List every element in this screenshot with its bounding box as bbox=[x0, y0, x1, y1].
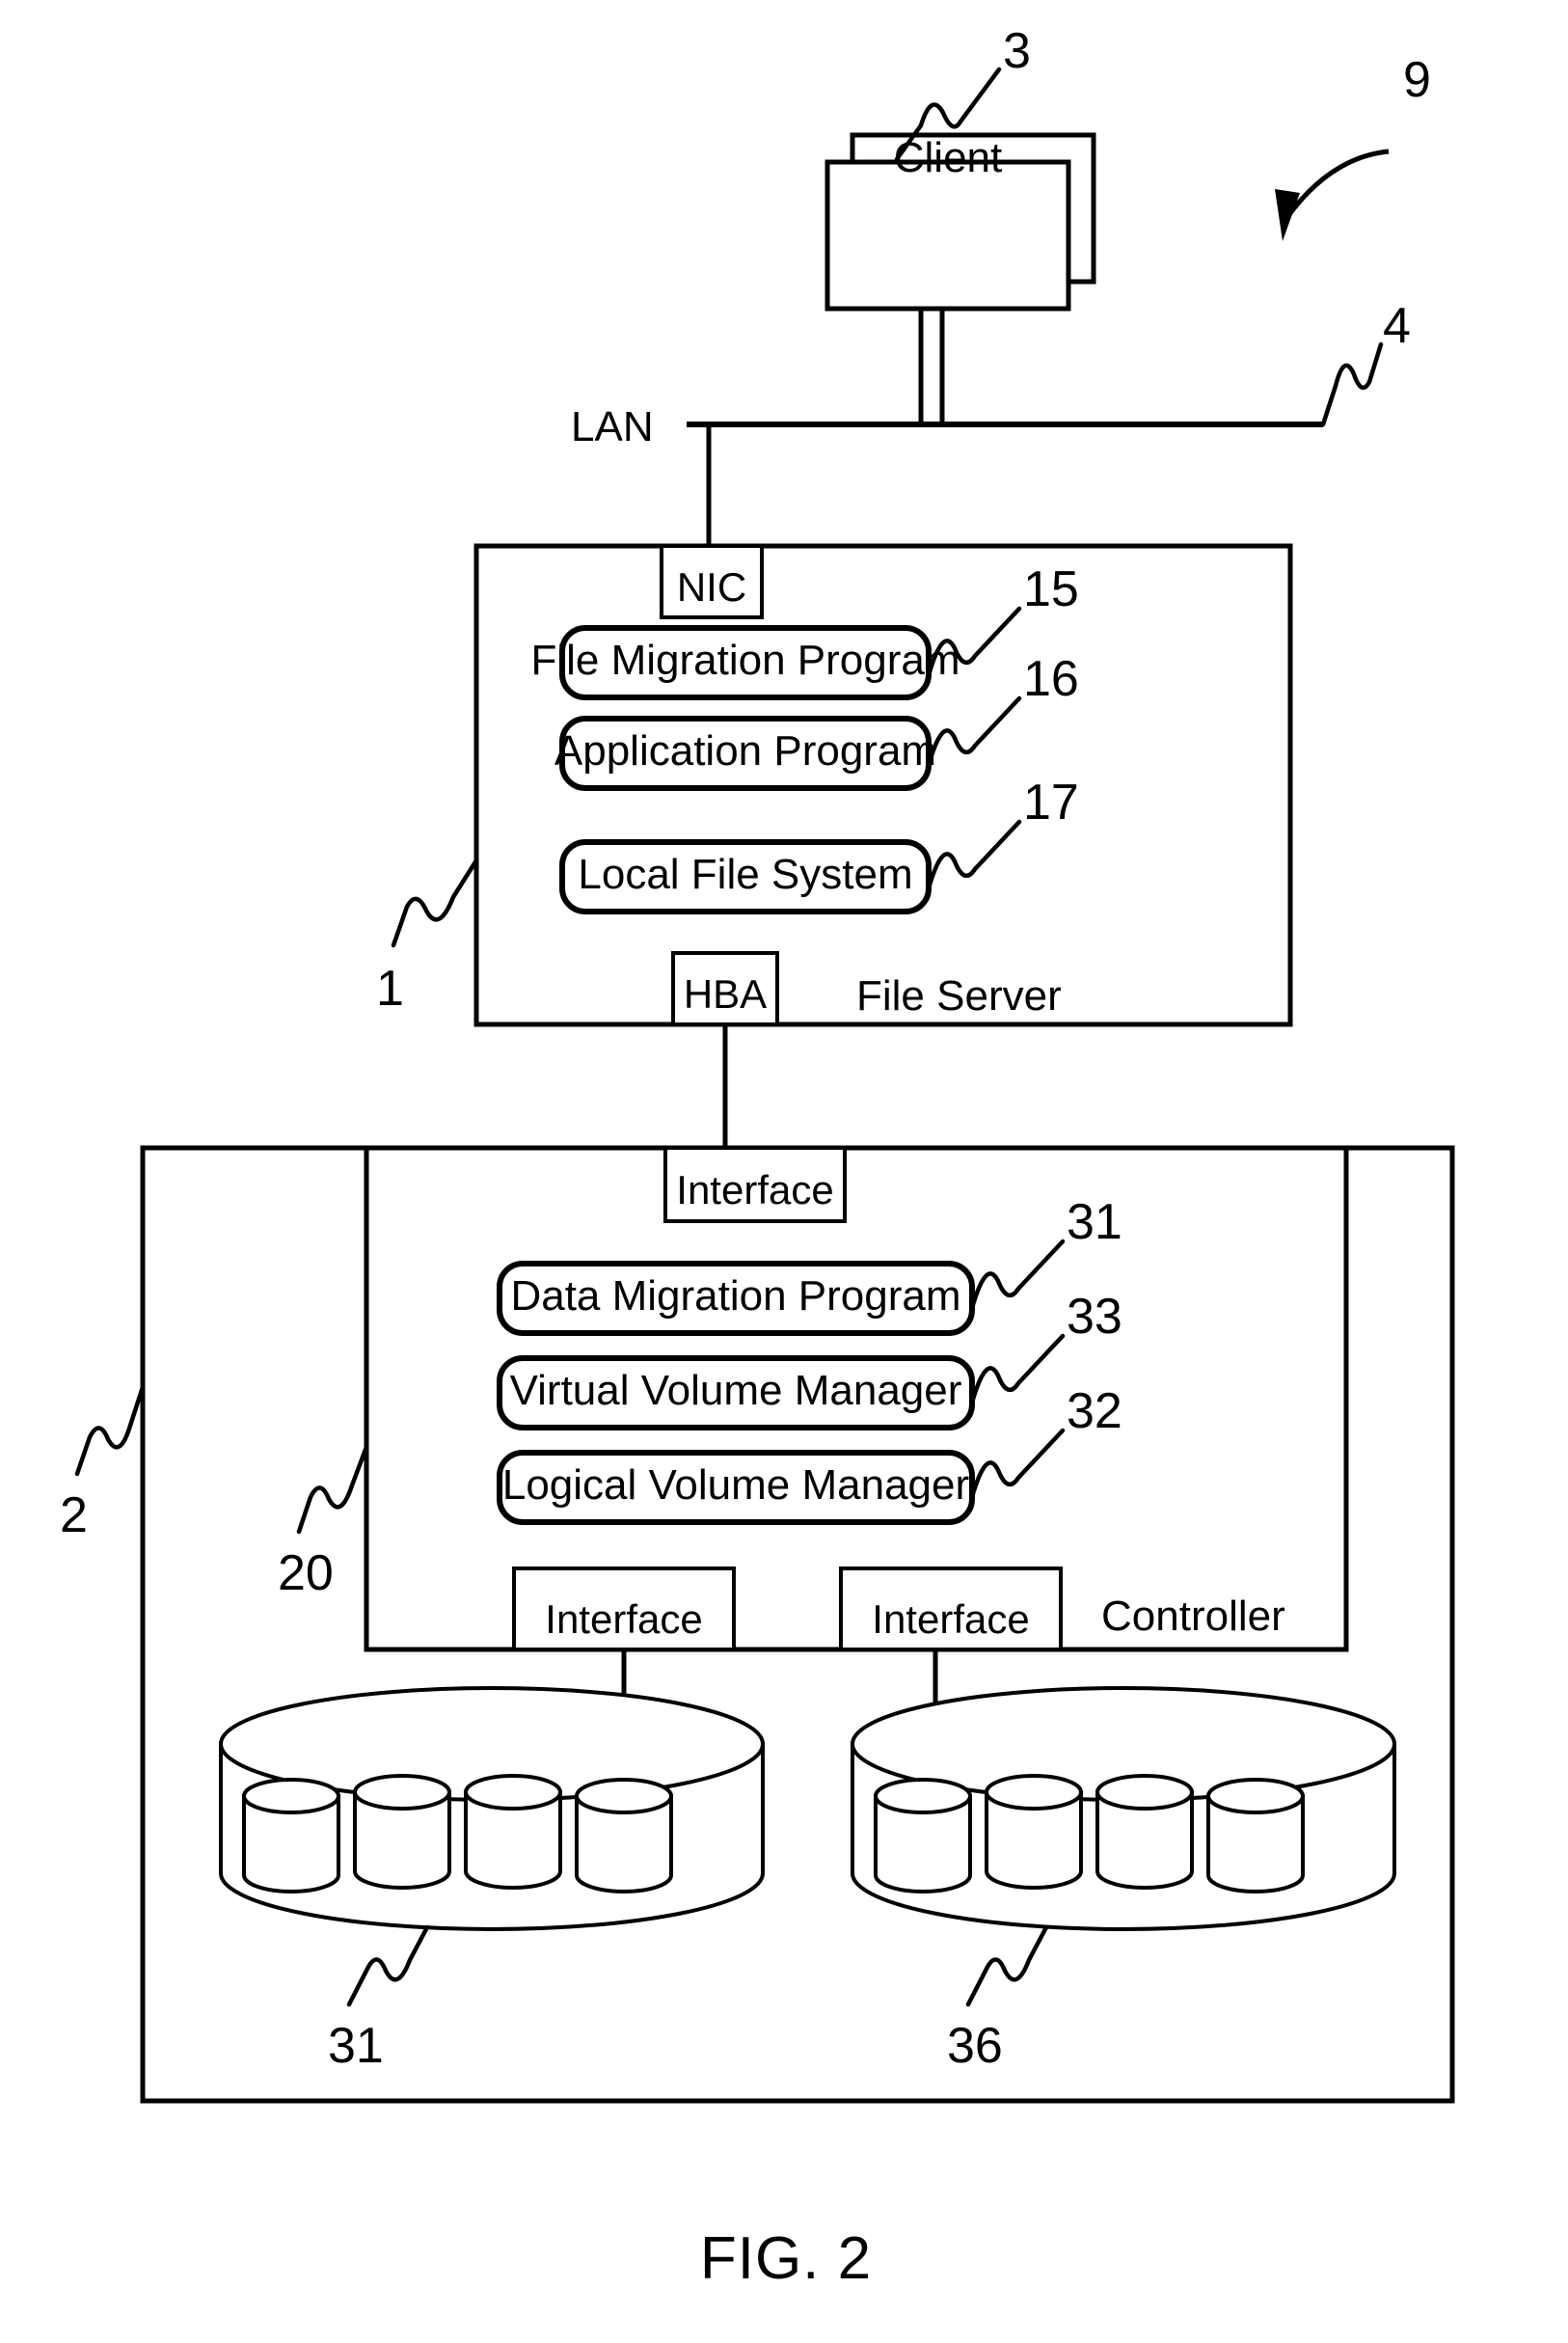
controller-title: Controller bbox=[1101, 1593, 1285, 1640]
controller-bottom-interface-label-right: Interface bbox=[872, 1596, 1029, 1642]
ref-number-1: 1 bbox=[376, 961, 404, 1017]
module-application-program-label: Application Program bbox=[554, 727, 936, 775]
module-virtual-volume-manager-label: Virtual Volume Manager bbox=[510, 1367, 962, 1414]
ref-number-16: 16 bbox=[1023, 651, 1079, 707]
controller-group: Interface Data Migration Program 31 Virt… bbox=[278, 1145, 1349, 1652]
client-front-box bbox=[825, 159, 1071, 312]
ref-number-2: 2 bbox=[60, 1487, 88, 1543]
system-ref-arrowhead bbox=[1275, 189, 1300, 241]
nic-label: NIC bbox=[677, 564, 746, 610]
ref-number-36: 36 bbox=[947, 2018, 1003, 2074]
ref-number-33: 33 bbox=[1067, 1289, 1122, 1345]
system-ref-group: 9 bbox=[1275, 52, 1431, 241]
disk-unit bbox=[575, 1778, 673, 1893]
client-group: Client 3 bbox=[825, 23, 1096, 312]
file-server-group: NIC File Migration Program 15 Applicatio… bbox=[376, 543, 1293, 1027]
figure-caption: FIG. 2 bbox=[700, 2225, 872, 2292]
ref-leader-1 bbox=[391, 858, 479, 948]
ref-number-31-module: 31 bbox=[1067, 1194, 1122, 1250]
lan-ref-number: 4 bbox=[1383, 298, 1411, 354]
ref-number-15: 15 bbox=[1023, 561, 1079, 617]
ref-number-31-array: 31 bbox=[328, 2018, 384, 2074]
disk-unit bbox=[1095, 1774, 1194, 1890]
lan-label: LAN bbox=[571, 403, 654, 450]
disk-unit bbox=[985, 1774, 1083, 1890]
disk-unit bbox=[1206, 1778, 1305, 1893]
disk-unit bbox=[874, 1778, 972, 1893]
ref-leader-2 bbox=[74, 1384, 146, 1477]
controller-top-interface-label: Interface bbox=[676, 1167, 833, 1212]
module-logical-volume-manager-label: Logical Volume Manager bbox=[502, 1461, 969, 1509]
client-ref-number: 3 bbox=[1003, 23, 1031, 79]
module-data-migration-program-label: Data Migration Program bbox=[510, 1272, 960, 1320]
disk-unit bbox=[464, 1774, 562, 1890]
client-lan-link bbox=[918, 309, 945, 424]
system-ref-arrow bbox=[1284, 149, 1390, 219]
patent-figure-2: Client 3 9 LAN 4 NIC File Migration Prog… bbox=[0, 0, 1568, 2343]
file-server-title: File Server bbox=[856, 972, 1062, 1020]
ref-number-32: 32 bbox=[1067, 1383, 1122, 1439]
ref-number-20: 20 bbox=[278, 1545, 334, 1601]
lan-ref-leader bbox=[1320, 341, 1384, 427]
disk-unit bbox=[353, 1774, 451, 1890]
controller-bottom-interface-label-left: Interface bbox=[545, 1596, 702, 1642]
disk-unit bbox=[242, 1778, 340, 1893]
ref-number-17: 17 bbox=[1023, 775, 1079, 831]
hba-label: HBA bbox=[684, 971, 767, 1017]
module-file-migration-program-label: File Migration Program bbox=[530, 637, 960, 684]
system-ref-number: 9 bbox=[1403, 52, 1431, 108]
module-local-file-system-label: Local File System bbox=[578, 851, 912, 898]
lan-group: LAN 4 bbox=[571, 298, 1411, 450]
